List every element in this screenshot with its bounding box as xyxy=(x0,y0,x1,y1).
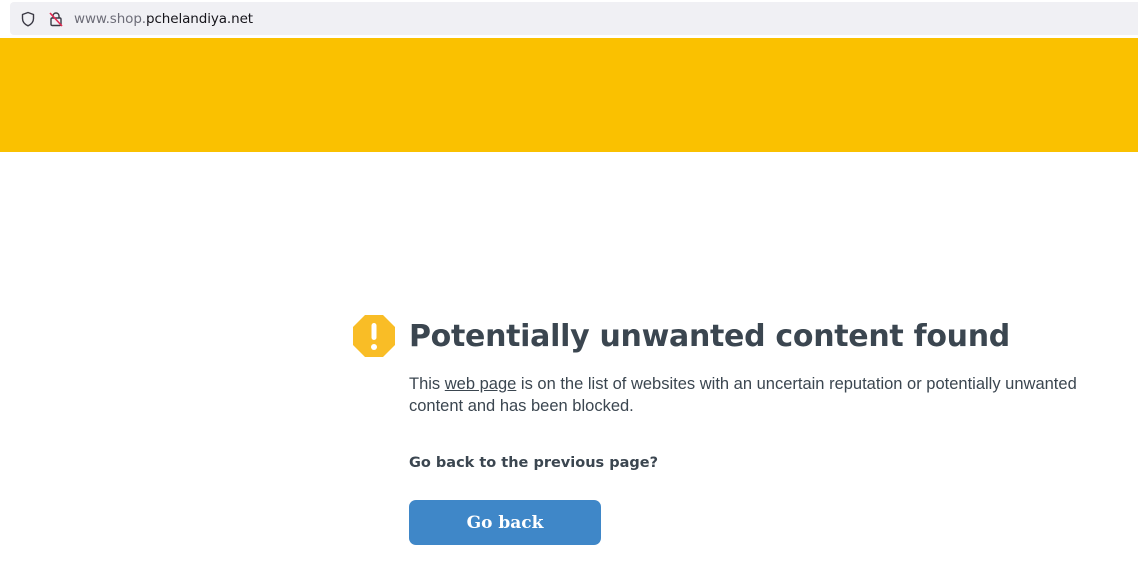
web-page-link[interactable]: web page xyxy=(445,375,517,393)
go-back-button[interactable]: Go back xyxy=(409,500,601,545)
page-title: Potentially unwanted content found xyxy=(409,319,1010,354)
header-banner xyxy=(0,38,1138,152)
warning-description: This web page is on the list of websites… xyxy=(409,374,1129,417)
address-bar: www.shop.pchelandiya.net xyxy=(0,0,1138,36)
insecure-lock-icon[interactable] xyxy=(48,11,64,27)
url-field[interactable]: www.shop.pchelandiya.net xyxy=(10,2,1138,35)
desc-text-before: This xyxy=(409,375,445,393)
url-subdomain: www.shop. xyxy=(74,11,146,27)
go-back-question: Go back to the previous page? xyxy=(409,455,658,471)
url-text[interactable]: www.shop.pchelandiya.net xyxy=(74,10,253,28)
warning-octagon-icon xyxy=(352,314,396,358)
shield-icon[interactable] xyxy=(20,11,36,27)
url-domain: pchelandiya.net xyxy=(146,11,253,27)
